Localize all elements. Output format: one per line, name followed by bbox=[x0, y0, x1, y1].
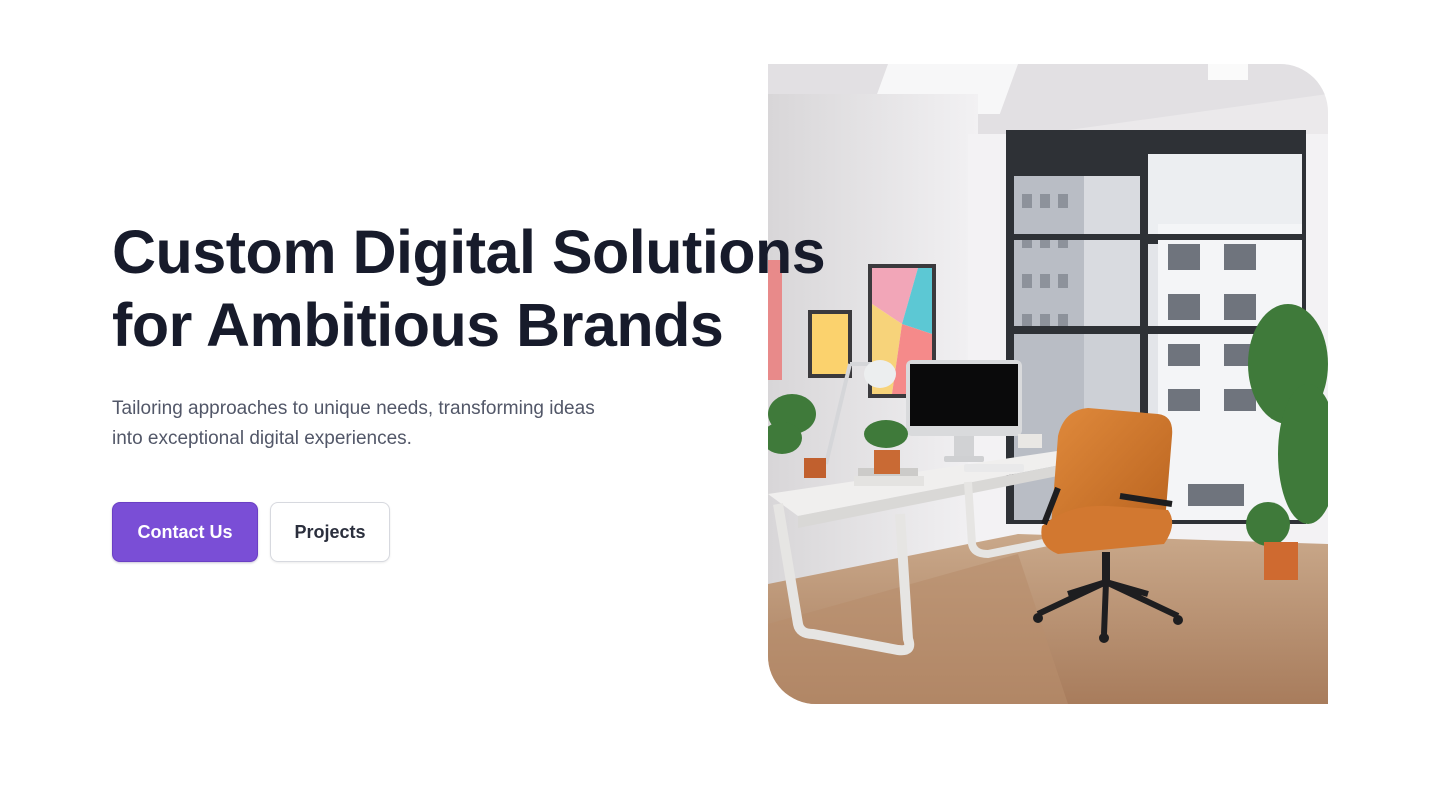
hero-image bbox=[768, 64, 1328, 704]
hero-section: Custom Digital Solutions for Ambitious B… bbox=[0, 0, 1440, 800]
subtitle-line-2: into exceptional digital experiences. bbox=[112, 428, 412, 449]
hero-actions: Contact Us Projects bbox=[112, 502, 832, 562]
office-illustration bbox=[768, 64, 1328, 704]
projects-button[interactable]: Projects bbox=[270, 502, 390, 562]
headline-line-1: Custom Digital Solutions bbox=[112, 218, 826, 286]
hero-headline: Custom Digital Solutions for Ambitious B… bbox=[112, 216, 832, 362]
hero-subtitle: Tailoring approaches to unique needs, tr… bbox=[112, 394, 672, 454]
contact-us-button[interactable]: Contact Us bbox=[112, 502, 258, 562]
subtitle-line-1: Tailoring approaches to unique needs, tr… bbox=[112, 398, 595, 419]
hero-copy: Custom Digital Solutions for Ambitious B… bbox=[112, 216, 832, 562]
headline-line-2: for Ambitious Brands bbox=[112, 291, 724, 359]
